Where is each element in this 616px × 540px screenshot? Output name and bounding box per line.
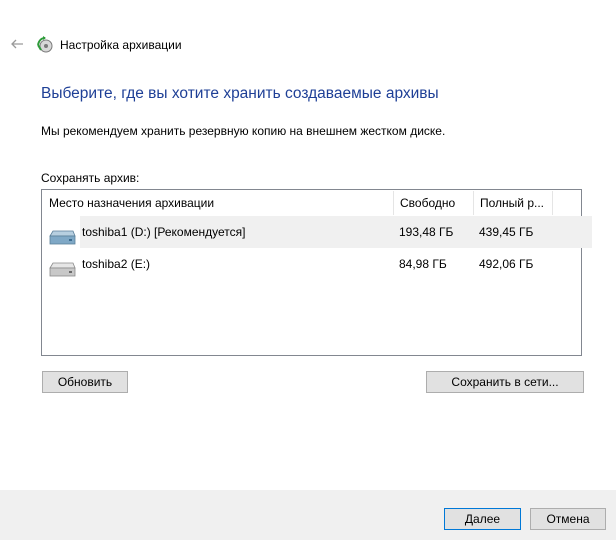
- drive-name: toshiba1 (D:) [Рекомендуется]: [82, 225, 246, 239]
- drive-free-space: 193,48 ГБ: [399, 225, 454, 239]
- destination-list[interactable]: Место назначения архивации Свободно Полн…: [41, 189, 592, 356]
- save-on-network-button[interactable]: Сохранить в сети...: [426, 371, 584, 393]
- window-title: Настройка архивации: [60, 38, 182, 52]
- drive-total-size: 492,06 ГБ: [479, 257, 534, 271]
- back-arrow-icon[interactable]: [9, 36, 25, 52]
- table-row[interactable]: toshiba2 (E:) 84,98 ГБ 492,06 ГБ: [80, 248, 592, 280]
- page-heading: Выберите, где вы хотите хранить создавае…: [41, 85, 439, 102]
- table-row[interactable]: toshiba1 (D:) [Рекомендуется] 193,48 ГБ …: [80, 216, 592, 248]
- save-destination-label: Сохранять архив:: [41, 171, 140, 185]
- drive-total-size: 439,45 ГБ: [479, 225, 534, 239]
- column-header-total[interactable]: Полный р...: [474, 191, 552, 215]
- next-button[interactable]: Далее: [444, 508, 521, 530]
- drive-icon: [47, 260, 77, 282]
- column-separator[interactable]: [552, 191, 553, 215]
- cancel-button[interactable]: Отмена: [530, 508, 606, 530]
- drive-icon: [47, 228, 77, 250]
- column-header-free[interactable]: Свободно: [394, 191, 473, 215]
- recommendation-text: Мы рекомендуем хранить резервную копию н…: [41, 124, 446, 138]
- backup-icon: [36, 36, 54, 54]
- drive-name: toshiba2 (E:): [82, 257, 151, 271]
- refresh-button[interactable]: Обновить: [42, 371, 128, 393]
- footer-bar: [0, 490, 616, 540]
- column-header-destination[interactable]: Место назначения архивации: [43, 191, 393, 215]
- drive-free-space: 84,98 ГБ: [399, 257, 447, 271]
